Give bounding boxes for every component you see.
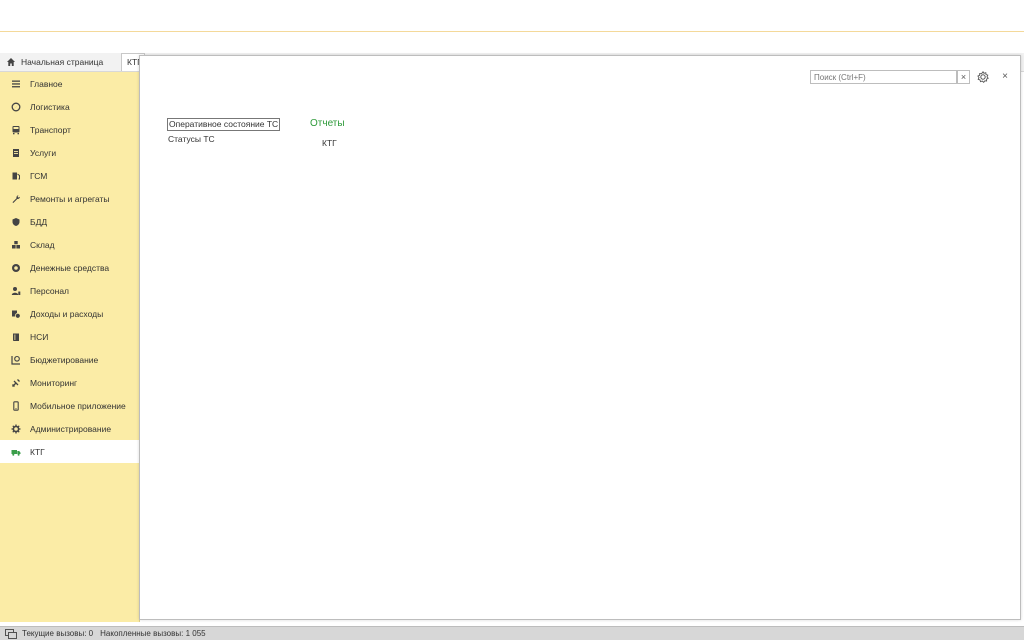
sidebar-item-mobile-app[interactable]: Мобильное приложение xyxy=(0,394,139,417)
sidebar-item-budgeting[interactable]: Бюджетирование xyxy=(0,348,139,371)
sidebar-item-label: Склад xyxy=(30,239,55,250)
gear-icon xyxy=(11,424,21,433)
sidebar-item-label: Персонал xyxy=(30,285,70,296)
menu-lines-icon xyxy=(12,80,20,87)
bus-icon xyxy=(12,125,20,134)
sidebar-item-label: Ремонты и агрегаты xyxy=(30,193,110,204)
top-bar xyxy=(0,0,1024,32)
sidebar-item-label: Доходы и расходы xyxy=(30,308,104,319)
sidebar-item-label: Логистика xyxy=(30,101,70,112)
sidebar-item-income-expenses[interactable]: Доходы и расходы xyxy=(0,302,139,325)
tab-home[interactable]: Начальная страница xyxy=(0,53,118,71)
sidebar-item-administration[interactable]: Администрирование xyxy=(0,417,139,440)
sidebar-item-label: КТГ xyxy=(30,446,45,457)
sidebar-item-road-safety[interactable]: БДД xyxy=(0,210,139,233)
sidebar-item-label: Услуги xyxy=(30,147,57,158)
home-icon xyxy=(7,58,15,66)
shield-icon xyxy=(12,217,20,226)
compass-icon xyxy=(11,102,21,111)
sidebar-item-funds[interactable]: Денежные средства xyxy=(0,256,139,279)
sidebar-item-label: БДД xyxy=(30,216,48,227)
status-bar: Текущие вызовы: 0 Накопленные вызовы: 1 … xyxy=(0,626,1024,640)
calls-window-icon[interactable] xyxy=(5,628,17,639)
person-icon xyxy=(11,286,21,295)
tab-home-label: Начальная страница xyxy=(21,57,104,67)
accumulated-calls-text: Накопленные вызовы: 1 055 xyxy=(100,629,206,638)
document-icon xyxy=(13,148,19,157)
sidebar-item-label: Денежные средства xyxy=(30,262,110,273)
sidebar-item-fuel[interactable]: ГСМ xyxy=(0,164,139,187)
search-input[interactable] xyxy=(810,70,957,84)
content-panel: × × Оперативное состояние ТС Статусы ТС … xyxy=(139,55,1021,620)
coins-icon xyxy=(12,263,20,272)
sidebar-item-label: Администрирование xyxy=(30,423,112,434)
fuel-icon xyxy=(12,172,20,179)
link-vehicle-statuses[interactable]: Статусы ТС xyxy=(168,134,215,144)
link-operational-status[interactable]: Оперативное состояние ТС xyxy=(167,118,281,131)
satellite-icon xyxy=(12,378,20,387)
sidebar-item-label: Главное xyxy=(30,78,63,89)
reports-section-title: Отчеты xyxy=(310,118,345,129)
sidebar-item-ktg[interactable]: КТГ xyxy=(0,440,139,463)
book-icon xyxy=(12,333,19,341)
sidebar-item-warehouse[interactable]: Склад xyxy=(0,233,139,256)
sidebar-item-personnel[interactable]: Персонал xyxy=(0,279,139,302)
sidebar-item-label: Мониторинг xyxy=(30,377,78,388)
boxes-icon xyxy=(12,240,20,248)
sidebar-item-nsi[interactable]: НСИ xyxy=(0,325,139,348)
report-link-ktg[interactable]: КТГ xyxy=(322,138,337,148)
sidebar: Главное Логистика Транспорт Услуги ГСМ Р… xyxy=(0,72,140,622)
sidebar-item-label: НСИ xyxy=(30,331,49,342)
sidebar-item-label: Бюджетирование xyxy=(30,354,99,365)
truck-icon xyxy=(11,449,21,456)
sidebar-item-label: Транспорт xyxy=(30,124,71,135)
settings-gear-icon[interactable] xyxy=(977,71,989,83)
close-button[interactable]: × xyxy=(1000,70,1010,84)
sidebar-item-monitoring[interactable]: Мониторинг xyxy=(0,371,139,394)
phone-icon xyxy=(13,400,19,411)
budget-icon xyxy=(11,355,20,365)
wrench-icon xyxy=(12,194,20,203)
sidebar-item-main[interactable]: Главное xyxy=(0,72,139,95)
search-clear-button[interactable]: × xyxy=(957,70,970,84)
sidebar-item-transport[interactable]: Транспорт xyxy=(0,118,139,141)
sidebar-item-label: ГСМ xyxy=(30,170,48,181)
current-calls-text: Текущие вызовы: 0 xyxy=(22,629,94,638)
sidebar-item-label: Мобильное приложение xyxy=(30,400,126,411)
sidebar-item-services[interactable]: Услуги xyxy=(0,141,139,164)
sidebar-item-repairs[interactable]: Ремонты и агрегаты xyxy=(0,187,139,210)
money-icon xyxy=(12,310,21,319)
sidebar-item-logistics[interactable]: Логистика xyxy=(0,95,139,118)
